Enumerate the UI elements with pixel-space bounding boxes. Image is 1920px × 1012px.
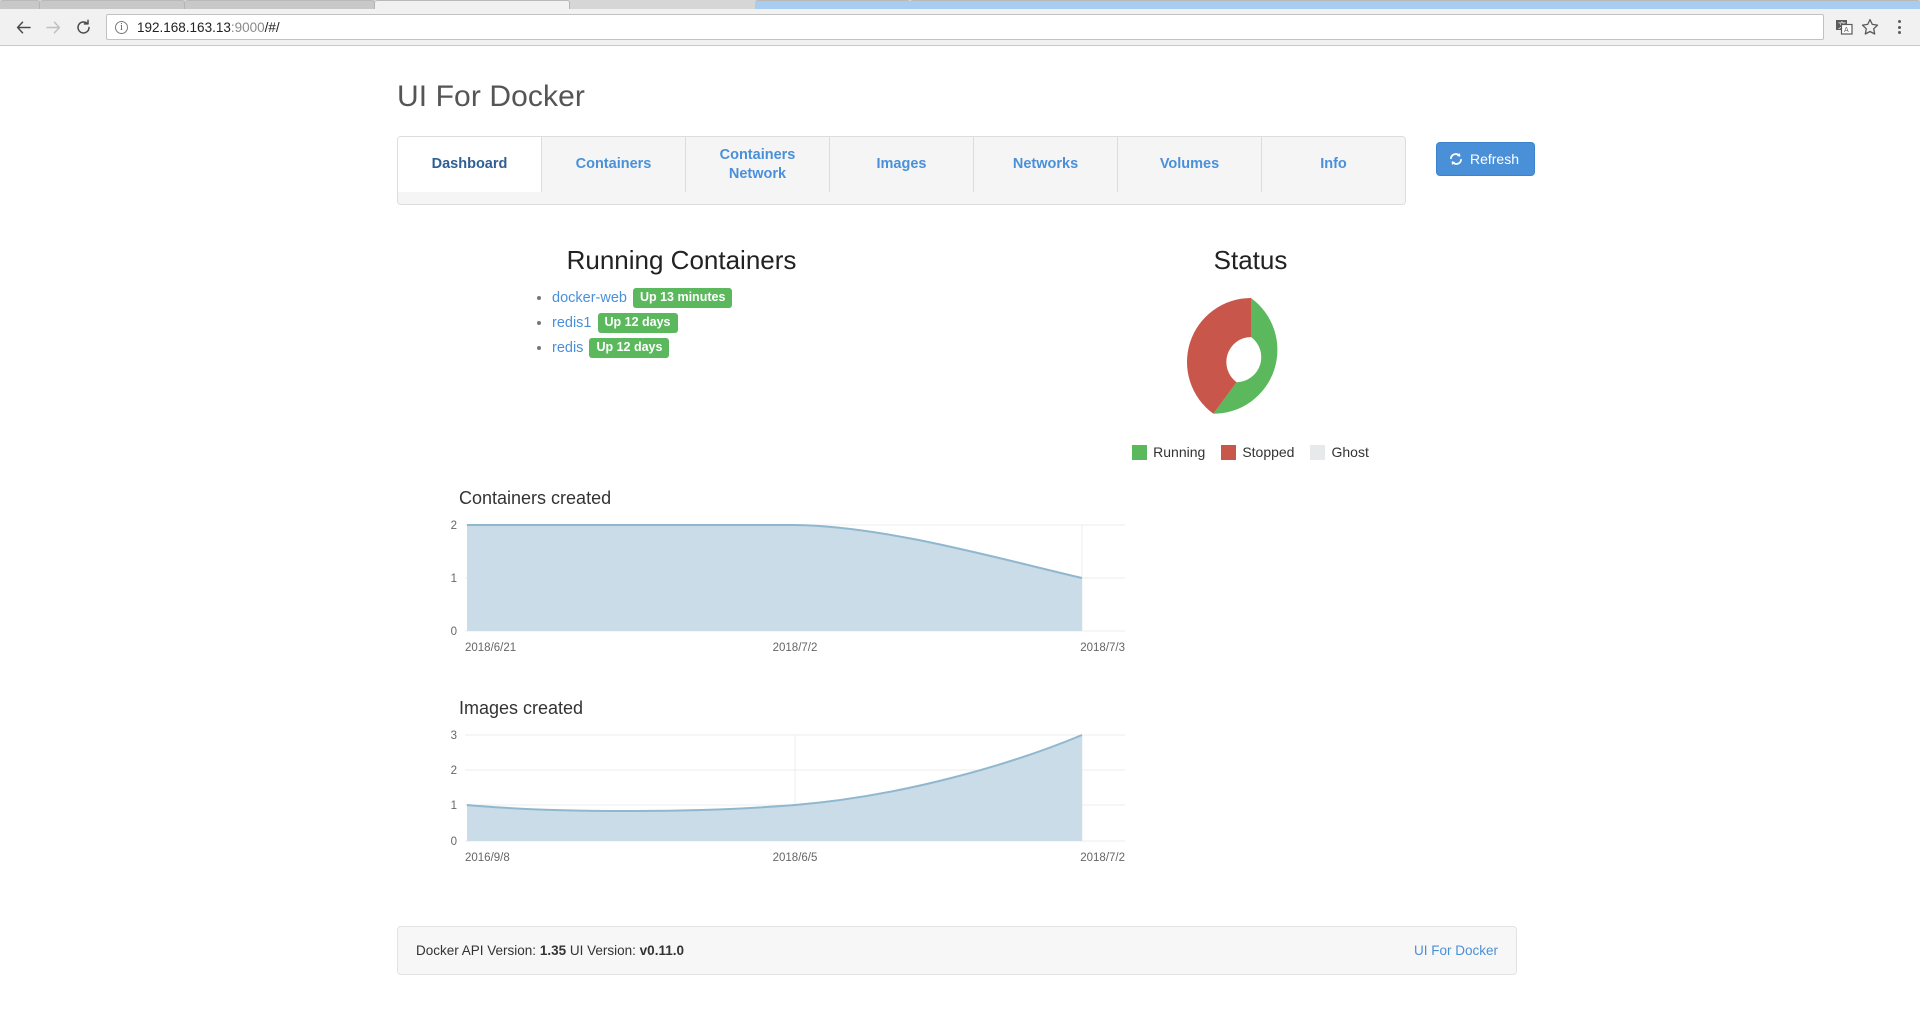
browser-tab-highlight[interactable] bbox=[755, 0, 910, 9]
svg-text:A: A bbox=[1844, 27, 1849, 34]
containers-created-title: Containers created bbox=[459, 488, 612, 509]
container-link[interactable]: docker-web bbox=[552, 290, 627, 306]
browser-tab-highlight[interactable] bbox=[910, 0, 1920, 9]
refresh-button[interactable]: Refresh bbox=[1435, 142, 1535, 176]
y-tick-label: 2 bbox=[451, 520, 457, 532]
legend-item-running[interactable]: Running bbox=[1132, 444, 1205, 460]
tab-label: Networks bbox=[1012, 156, 1079, 173]
status-donut-chart bbox=[966, 288, 1535, 436]
containers-created-chart: 2 1 0 2018/6/21 2018/7/2 2018/7/3 bbox=[445, 517, 1535, 670]
tab-label: Containers bbox=[575, 156, 652, 173]
status-legend: Running Stopped Ghost bbox=[966, 444, 1535, 460]
status-title: Status bbox=[1213, 245, 1288, 276]
status-badge: Up 12 days bbox=[597, 313, 678, 333]
running-containers-panel: Running Containers docker-web Up 13 minut… bbox=[397, 245, 966, 460]
legend-label: Stopped bbox=[1242, 444, 1295, 461]
ui-version-value: v0.11.0 bbox=[639, 943, 684, 959]
api-version-label: Docker API Version: bbox=[416, 943, 537, 959]
running-containers-list: docker-web Up 13 minutes redis1 Up 12 days… bbox=[397, 288, 966, 358]
browser-tab[interactable] bbox=[185, 0, 375, 9]
three-dots-menu-icon[interactable] bbox=[1886, 13, 1912, 41]
tab-volumes[interactable]: Volumes bbox=[1118, 137, 1262, 193]
y-tick-label: 3 bbox=[451, 730, 457, 742]
status-badge: Up 13 minutes bbox=[632, 288, 733, 308]
x-tick-label: 2018/6/21 bbox=[465, 642, 516, 654]
y-tick-label: 0 bbox=[451, 626, 457, 638]
tab-networks[interactable]: Networks bbox=[974, 137, 1118, 193]
browser-tab[interactable] bbox=[0, 0, 40, 9]
legend-item-stopped[interactable]: Stopped bbox=[1221, 444, 1294, 460]
info-icon[interactable]: i bbox=[115, 20, 128, 34]
tab-info[interactable]: Info bbox=[1262, 137, 1405, 193]
status-badge: Up 12 days bbox=[589, 338, 670, 358]
container-link[interactable]: redis1 bbox=[552, 315, 592, 331]
list-item: docker-web Up 13 minutes bbox=[552, 288, 966, 308]
legend-swatch-running bbox=[1132, 444, 1148, 460]
tab-images[interactable]: Images bbox=[830, 137, 974, 193]
translate-icon[interactable]: 文 A bbox=[1832, 15, 1856, 39]
star-icon[interactable] bbox=[1858, 15, 1882, 39]
legend-swatch-stopped bbox=[1221, 444, 1237, 460]
container-link[interactable]: redis bbox=[552, 340, 583, 356]
dashboard-top-panels: Running Containers docker-web Up 13 minut… bbox=[385, 245, 1535, 460]
refresh-icon bbox=[1449, 152, 1463, 166]
y-tick-label: 1 bbox=[451, 800, 457, 812]
tab-label: Volumes bbox=[1159, 156, 1220, 173]
browser-chrome: i 192.168.163.13:9000/#/ 文 A bbox=[0, 0, 1920, 46]
images-created-title: Images created bbox=[459, 698, 584, 719]
browser-tab[interactable] bbox=[40, 0, 185, 9]
status-panel: Status Running Stopped Ghost bbox=[966, 245, 1535, 460]
address-bar[interactable]: i 192.168.163.13:9000/#/ bbox=[106, 14, 1824, 40]
page-title: UI For Docker bbox=[397, 80, 585, 113]
tab-label: Images bbox=[876, 156, 927, 173]
app-container: UI For Docker Dashboard Containers Conta… bbox=[385, 46, 1535, 976]
area-fill bbox=[467, 525, 1082, 632]
area-fill bbox=[467, 735, 1082, 842]
x-tick-label: 2018/6/5 bbox=[773, 852, 818, 864]
images-created-chart: 3 2 1 0 2016/9/8 2018/6/5 2018/7/2 bbox=[445, 727, 1535, 880]
page-body: UI For Docker Dashboard Containers Conta… bbox=[0, 46, 1920, 1012]
tab-label: Info bbox=[1320, 156, 1347, 173]
footer-link[interactable]: UI For Docker bbox=[1414, 943, 1498, 958]
back-arrow-icon[interactable] bbox=[8, 13, 38, 41]
browser-tab-active[interactable] bbox=[375, 0, 570, 9]
footer-panel: Docker API Version: 1.35 UI Version: v0.… bbox=[397, 926, 1517, 976]
refresh-label: Refresh bbox=[1469, 151, 1519, 167]
url-text: 192.168.163.13:9000/#/ bbox=[137, 19, 280, 35]
list-item: redis Up 12 days bbox=[552, 338, 966, 358]
nav-tabs: Dashboard Containers Containers Network … bbox=[397, 136, 1406, 206]
y-tick-label: 2 bbox=[451, 765, 457, 777]
x-tick-label: 2016/9/8 bbox=[465, 852, 510, 864]
x-tick-label: 2018/7/2 bbox=[773, 642, 818, 654]
ui-version-label: UI Version: bbox=[569, 943, 636, 959]
api-version-value: 1.35 bbox=[539, 943, 567, 959]
legend-label: Ghost bbox=[1331, 444, 1369, 461]
legend-item-ghost[interactable]: Ghost bbox=[1310, 444, 1369, 461]
browser-toolbar: i 192.168.163.13:9000/#/ 文 A bbox=[0, 9, 1920, 46]
tab-containers[interactable]: Containers bbox=[542, 137, 686, 193]
running-containers-title: Running Containers bbox=[566, 245, 797, 276]
footer-versions: Docker API Version: 1.35 UI Version: v0.… bbox=[416, 943, 684, 958]
list-item: redis1 Up 12 days bbox=[552, 313, 966, 333]
reload-icon[interactable] bbox=[68, 13, 98, 41]
tab-label: Dashboard bbox=[431, 156, 508, 173]
forward-arrow-icon bbox=[38, 13, 68, 41]
legend-label: Running bbox=[1153, 444, 1206, 461]
containers-created-chart-block: Containers created 2 1 0 2018/6/21 2018/… bbox=[385, 488, 1535, 670]
nav-tabs-row: Dashboard Containers Containers Network … bbox=[397, 136, 1535, 206]
tab-label: Containers Network bbox=[719, 147, 796, 182]
x-tick-label: 2018/7/2 bbox=[1080, 852, 1125, 864]
y-tick-label: 0 bbox=[451, 836, 457, 848]
browser-tabstrip bbox=[0, 0, 1920, 9]
legend-swatch-ghost bbox=[1310, 444, 1326, 460]
y-tick-label: 1 bbox=[451, 573, 457, 585]
tab-containers-network[interactable]: Containers Network bbox=[686, 137, 830, 193]
images-created-chart-block: Images created 3 2 1 0 2016/9/8 2018/6/5… bbox=[385, 698, 1535, 880]
tab-dashboard[interactable]: Dashboard bbox=[398, 137, 542, 193]
x-tick-label: 2018/7/3 bbox=[1080, 642, 1125, 654]
